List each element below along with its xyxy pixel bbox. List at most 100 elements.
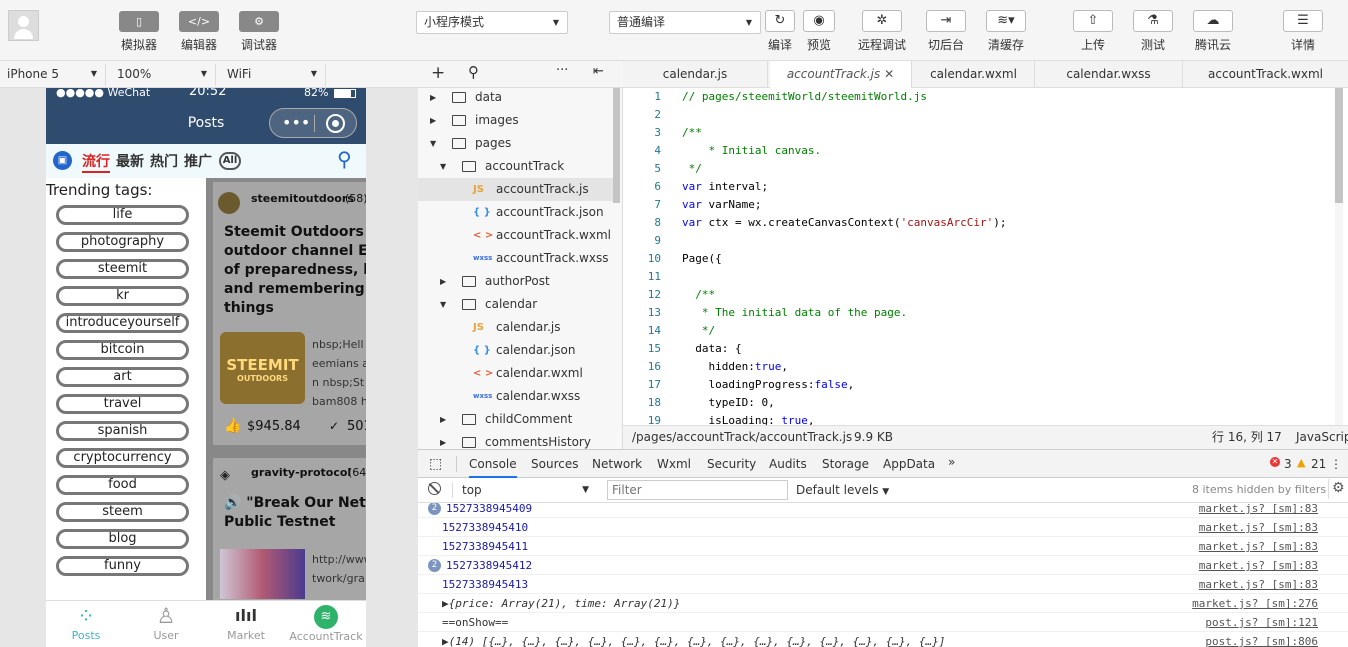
tag-button[interactable]: travel (56, 394, 189, 414)
more-tabs-icon[interactable]: » (948, 455, 955, 469)
clear-console-icon[interactable] (428, 482, 441, 495)
post-title[interactable]: 🔊 "Break Our Net" GPublic Testnet (224, 494, 366, 532)
post-card[interactable]: steemitoutdoors (58) Steemit Outdoors St… (213, 182, 366, 445)
background-button[interactable]: ⇥ 切后台 (916, 8, 976, 58)
gear-icon[interactable]: ⚙ (1332, 480, 1345, 496)
tab-hot[interactable]: 热门 (150, 151, 178, 171)
devtools-tab-wxml[interactable]: Wxml (657, 450, 691, 478)
tree-item-calendar-wxml[interactable]: < > calendar.wxml (418, 362, 613, 385)
compile-mode-select[interactable]: 普通编译 ▼ (609, 11, 761, 34)
post-card[interactable]: ◈ gravity-protocol (64) 🔊 "Break Our Net… (213, 458, 366, 600)
language-mode[interactable]: JavaScript (1296, 426, 1348, 449)
tag-button[interactable]: art (56, 367, 189, 387)
editor-button[interactable]: </> 编辑器 (169, 8, 229, 58)
post-author[interactable]: gravity-protocol (251, 466, 351, 479)
tree-item-commentshistory[interactable]: ▶ commentsHistory (418, 431, 613, 449)
tree-item-authorpost[interactable]: ▶ authorPost (418, 270, 613, 293)
search-icon[interactable]: ⚲ (337, 147, 352, 171)
tag-button[interactable]: funny (56, 556, 189, 576)
tabbar-posts[interactable]: ⁘ Posts (46, 601, 126, 647)
tree-item-calendar[interactable]: ▼ calendar (418, 293, 613, 316)
post-title[interactable]: Steemit Outdoors Stoutdoor channel EPIof… (224, 223, 366, 318)
console-output[interactable]: 2 1527338945409 market.js? [sm]:83 15273389… (418, 503, 1348, 647)
tree-item-accounttrack[interactable]: ▼ accountTrack (418, 155, 613, 178)
all-button[interactable]: All (219, 152, 241, 170)
console-source-link[interactable]: market.js? [sm]:83 (1199, 518, 1318, 537)
caret-right-icon[interactable]: ▶ (440, 431, 446, 449)
caret-right-icon[interactable]: ▶ (430, 88, 436, 109)
console-source-link[interactable]: market.js? [sm]:83 (1199, 537, 1318, 556)
more-icon[interactable]: ••• (282, 113, 310, 132)
tag-button[interactable]: spanish (56, 421, 189, 441)
mode-select[interactable]: 小程序模式 ▼ (416, 11, 568, 34)
devtools-tab-security[interactable]: Security (707, 450, 756, 478)
devtools-tab-audits[interactable]: Audits (769, 450, 807, 478)
tree-scrollbar[interactable] (613, 88, 620, 203)
debugger-button[interactable]: ⚙ 调试器 (229, 8, 289, 58)
caret-right-icon[interactable]: ▶ (440, 270, 446, 293)
thumbs-up-icon[interactable]: 👍 (224, 418, 241, 434)
devtools-tab-appdata[interactable]: AppData (883, 450, 935, 478)
tree-item-childcomment[interactable]: ▶ childComment (418, 408, 613, 431)
tree-item-images[interactable]: ▶ images (418, 109, 613, 132)
console-source-link[interactable]: market.js? [sm]:276 (1192, 594, 1318, 613)
inspect-icon[interactable]: ⬚ (429, 456, 442, 472)
console-filter-input[interactable] (607, 480, 788, 500)
caret-down-icon[interactable]: ▼ (430, 132, 436, 155)
tab-trending[interactable]: 流行 (82, 151, 110, 173)
tree-item-calendar-wxss[interactable]: wxss calendar.wxss (418, 385, 613, 408)
console-source-link[interactable]: post.js? [sm]:121 (1205, 613, 1318, 632)
tree-item-calendar-json[interactable]: { } calendar.json (418, 339, 613, 362)
error-count[interactable]: 3 (1284, 450, 1292, 478)
tag-button[interactable]: introduceyourself (56, 313, 189, 333)
remote-debug-button[interactable]: ✲ 远程调试 (852, 8, 912, 58)
tree-item-calendar-js[interactable]: JS calendar.js (418, 316, 613, 339)
log-levels-select[interactable]: Default levels ▼ (796, 480, 889, 502)
tag-button[interactable]: bitcoin (56, 340, 189, 360)
tencent-cloud-button[interactable]: ☁ 腾讯云 (1183, 8, 1243, 58)
add-icon[interactable]: + (431, 63, 445, 83)
kebab-icon[interactable]: ⋮ (1330, 457, 1342, 471)
preview-button[interactable]: ◉ 预览 (789, 8, 849, 58)
editor-tab[interactable]: accountTrack.wxml (1183, 61, 1348, 88)
tag-button[interactable]: kr (56, 286, 189, 306)
tag-button[interactable]: life (56, 205, 189, 225)
network-select[interactable]: WiFi ▼ (220, 64, 326, 86)
tabbar-user[interactable]: ♙ User (126, 601, 206, 647)
tabbar-accounttrack[interactable]: ≋ AccountTrack (286, 601, 366, 647)
caret-right-icon[interactable]: ▶ (440, 408, 446, 431)
devtools-tab-console[interactable]: Console (469, 450, 517, 478)
tag-button[interactable]: blog (56, 529, 189, 549)
device-select[interactable]: iPhone 5 ▼ (0, 64, 106, 86)
post-author[interactable]: steemitoutdoors (251, 192, 354, 205)
editor-scrollbar[interactable] (1335, 88, 1343, 203)
tree-item-pages[interactable]: ▼ pages (418, 132, 613, 155)
zoom-select[interactable]: 100% ▼ (110, 64, 216, 86)
tag-button[interactable]: steemit (56, 259, 189, 279)
tree-item-data[interactable]: ▶ data (418, 88, 613, 109)
devtools-tab-storage[interactable]: Storage (822, 450, 869, 478)
editor-tab[interactable]: calendar.js (623, 61, 768, 88)
user-avatar[interactable] (8, 10, 39, 41)
devtools-tab-sources[interactable]: Sources (531, 450, 578, 478)
caret-down-icon[interactable]: ▼ (440, 155, 446, 178)
tree-item-accounttrack-wxss[interactable]: wxss accountTrack.wxss (418, 247, 613, 270)
warning-count[interactable]: 21 (1311, 450, 1326, 478)
bookmark-icon[interactable]: ▣ (53, 151, 72, 170)
details-button[interactable]: ☰ 详情 (1273, 8, 1333, 58)
console-message[interactable]: ▶{price: Array(21), time: Array(21)} (442, 594, 680, 613)
console-message[interactable]: ▶(14) [{…}, {…}, {…}, {…}, {…}, {…}, {…}… (442, 632, 945, 647)
devtools-tab-network[interactable]: Network (592, 450, 642, 478)
more-icon[interactable]: ··· (556, 63, 568, 78)
tab-promoted[interactable]: 推广 (184, 151, 212, 171)
clear-cache-button[interactable]: ≋▾ 清缓存 (976, 8, 1036, 58)
caret-right-icon[interactable]: ▶ (430, 109, 436, 132)
tag-button[interactable]: cryptocurrency (56, 448, 189, 468)
search-icon[interactable]: ⚲ (468, 63, 479, 81)
simulator-button[interactable]: ▯ 模拟器 (109, 8, 169, 58)
tabbar-market[interactable]: ılıl Market (206, 601, 286, 647)
code-editor[interactable]: 1 // pages/steemitWorld/steemitWorld.js 2 3… (623, 88, 1348, 425)
editor-tab-active[interactable]: accountTrack.js ✕ (770, 61, 912, 88)
tree-item-accounttrack-js[interactable]: JS accountTrack.js (418, 178, 613, 201)
console-source-link[interactable]: post.js? [sm]:806 (1205, 632, 1318, 647)
